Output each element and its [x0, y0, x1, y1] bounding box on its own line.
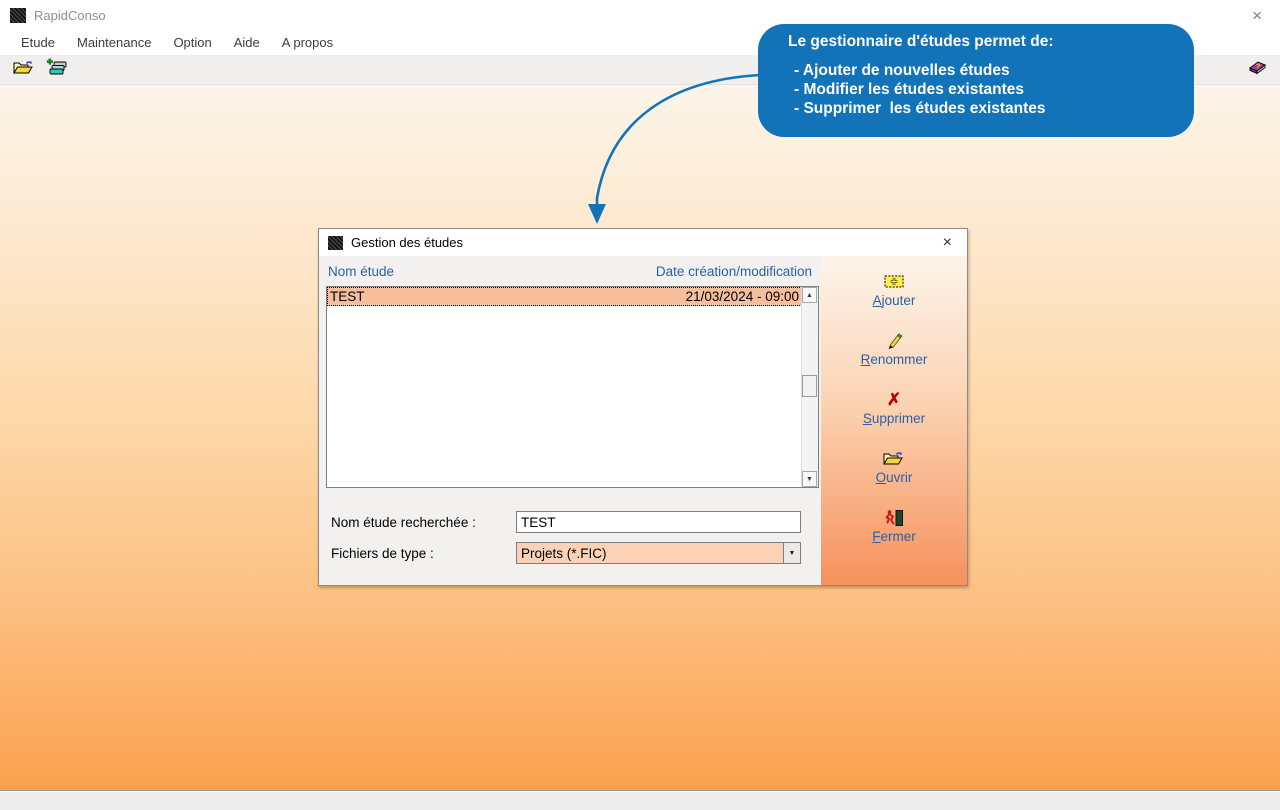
study-date: 21/03/2024 - 09:00 [686, 289, 799, 304]
supprimer-label: Supprimer [863, 411, 925, 426]
status-bar [0, 790, 1280, 810]
ouvrir-button[interactable]: Ouvrir [876, 449, 913, 485]
new-study-icon [46, 58, 68, 81]
callout-item: - Ajouter de nouvelles études [788, 61, 1184, 80]
filetype-label: Fichiers de type : [331, 546, 434, 561]
menu-aide[interactable]: Aide [223, 32, 271, 53]
study-name: TEST [330, 289, 365, 304]
window-close-icon[interactable]: × [1244, 5, 1270, 26]
gestion-des-etudes-dialog: Gestion des études × Nom étude Date créa… [318, 228, 968, 586]
ajouter-label: Ajouter [873, 293, 916, 308]
dialog-title-bar[interactable]: Gestion des études × [319, 229, 967, 256]
annotation-callout: Le gestionnaire d'études permet de: - Aj… [758, 24, 1194, 137]
callout-title: Le gestionnaire d'études permet de: [788, 33, 1184, 51]
fermer-button[interactable]: Fermer [872, 508, 916, 544]
rapidconso-window: RapidConso × Etude Maintenance Option Ai… [0, 0, 1280, 810]
delete-icon: ✗ [887, 390, 901, 409]
menu-maintenance[interactable]: Maintenance [66, 32, 162, 53]
callout-item: - Modifier les études existantes [788, 80, 1184, 99]
renommer-button[interactable]: Renommer [861, 331, 928, 367]
annotation-arrow [555, 60, 795, 235]
menu-option[interactable]: Option [162, 32, 222, 53]
column-header-date: Date création/modification [656, 264, 812, 279]
menu-etude[interactable]: Etude [10, 32, 66, 53]
ouvrir-label: Ouvrir [876, 470, 913, 485]
fermer-label: Fermer [872, 529, 916, 544]
ajouter-button[interactable]: Ajouter [873, 272, 916, 308]
chevron-down-icon[interactable]: ▼ [783, 543, 800, 563]
window-title: RapidConso [34, 8, 106, 23]
filetype-value: Projets (*.FIC) [517, 546, 783, 561]
search-input[interactable] [516, 511, 801, 533]
search-label: Nom étude recherchée : [331, 515, 476, 530]
dialog-body: Nom étude Date création/modification TES… [319, 256, 967, 585]
column-header-name: Nom étude [328, 264, 394, 279]
scrollbar-thumb[interactable] [802, 375, 817, 397]
exit-icon [884, 508, 904, 527]
scroll-up-icon[interactable]: ▲ [802, 287, 817, 303]
supprimer-button[interactable]: ✗ Supprimer [863, 390, 925, 426]
menu-a-propos[interactable]: A propos [271, 32, 344, 53]
open-study-button[interactable] [10, 58, 36, 82]
new-study-button[interactable] [44, 58, 70, 82]
callout-item: - Supprimer les études existantes [788, 99, 1184, 118]
add-study-icon [884, 272, 904, 291]
app-icon [10, 8, 26, 23]
open-study-icon [13, 59, 34, 81]
dialog-close-icon[interactable]: × [937, 234, 958, 252]
vertical-scrollbar[interactable]: ▲ ▼ [801, 287, 818, 487]
dialog-button-panel: Ajouter Renommer ✗ Supprimer [821, 256, 967, 585]
help-button[interactable]: ? [1244, 58, 1270, 82]
rename-icon [885, 331, 903, 350]
list-item-selected[interactable]: TEST 21/03/2024 - 09:00 [327, 287, 802, 306]
renommer-label: Renommer [861, 352, 928, 367]
studies-list[interactable]: TEST 21/03/2024 - 09:00 ▲ ▼ [326, 286, 819, 488]
list-column-headers: Nom étude Date création/modification [328, 264, 812, 279]
scroll-down-icon[interactable]: ▼ [802, 471, 817, 487]
svg-text:?: ? [1256, 64, 1260, 71]
help-book-icon: ? [1247, 59, 1267, 80]
open-folder-icon [883, 449, 904, 468]
filetype-select[interactable]: Projets (*.FIC) ▼ [516, 542, 801, 564]
dialog-title: Gestion des études [351, 235, 463, 250]
dialog-icon [328, 236, 343, 250]
dialog-left-panel: Nom étude Date création/modification TES… [319, 256, 821, 585]
